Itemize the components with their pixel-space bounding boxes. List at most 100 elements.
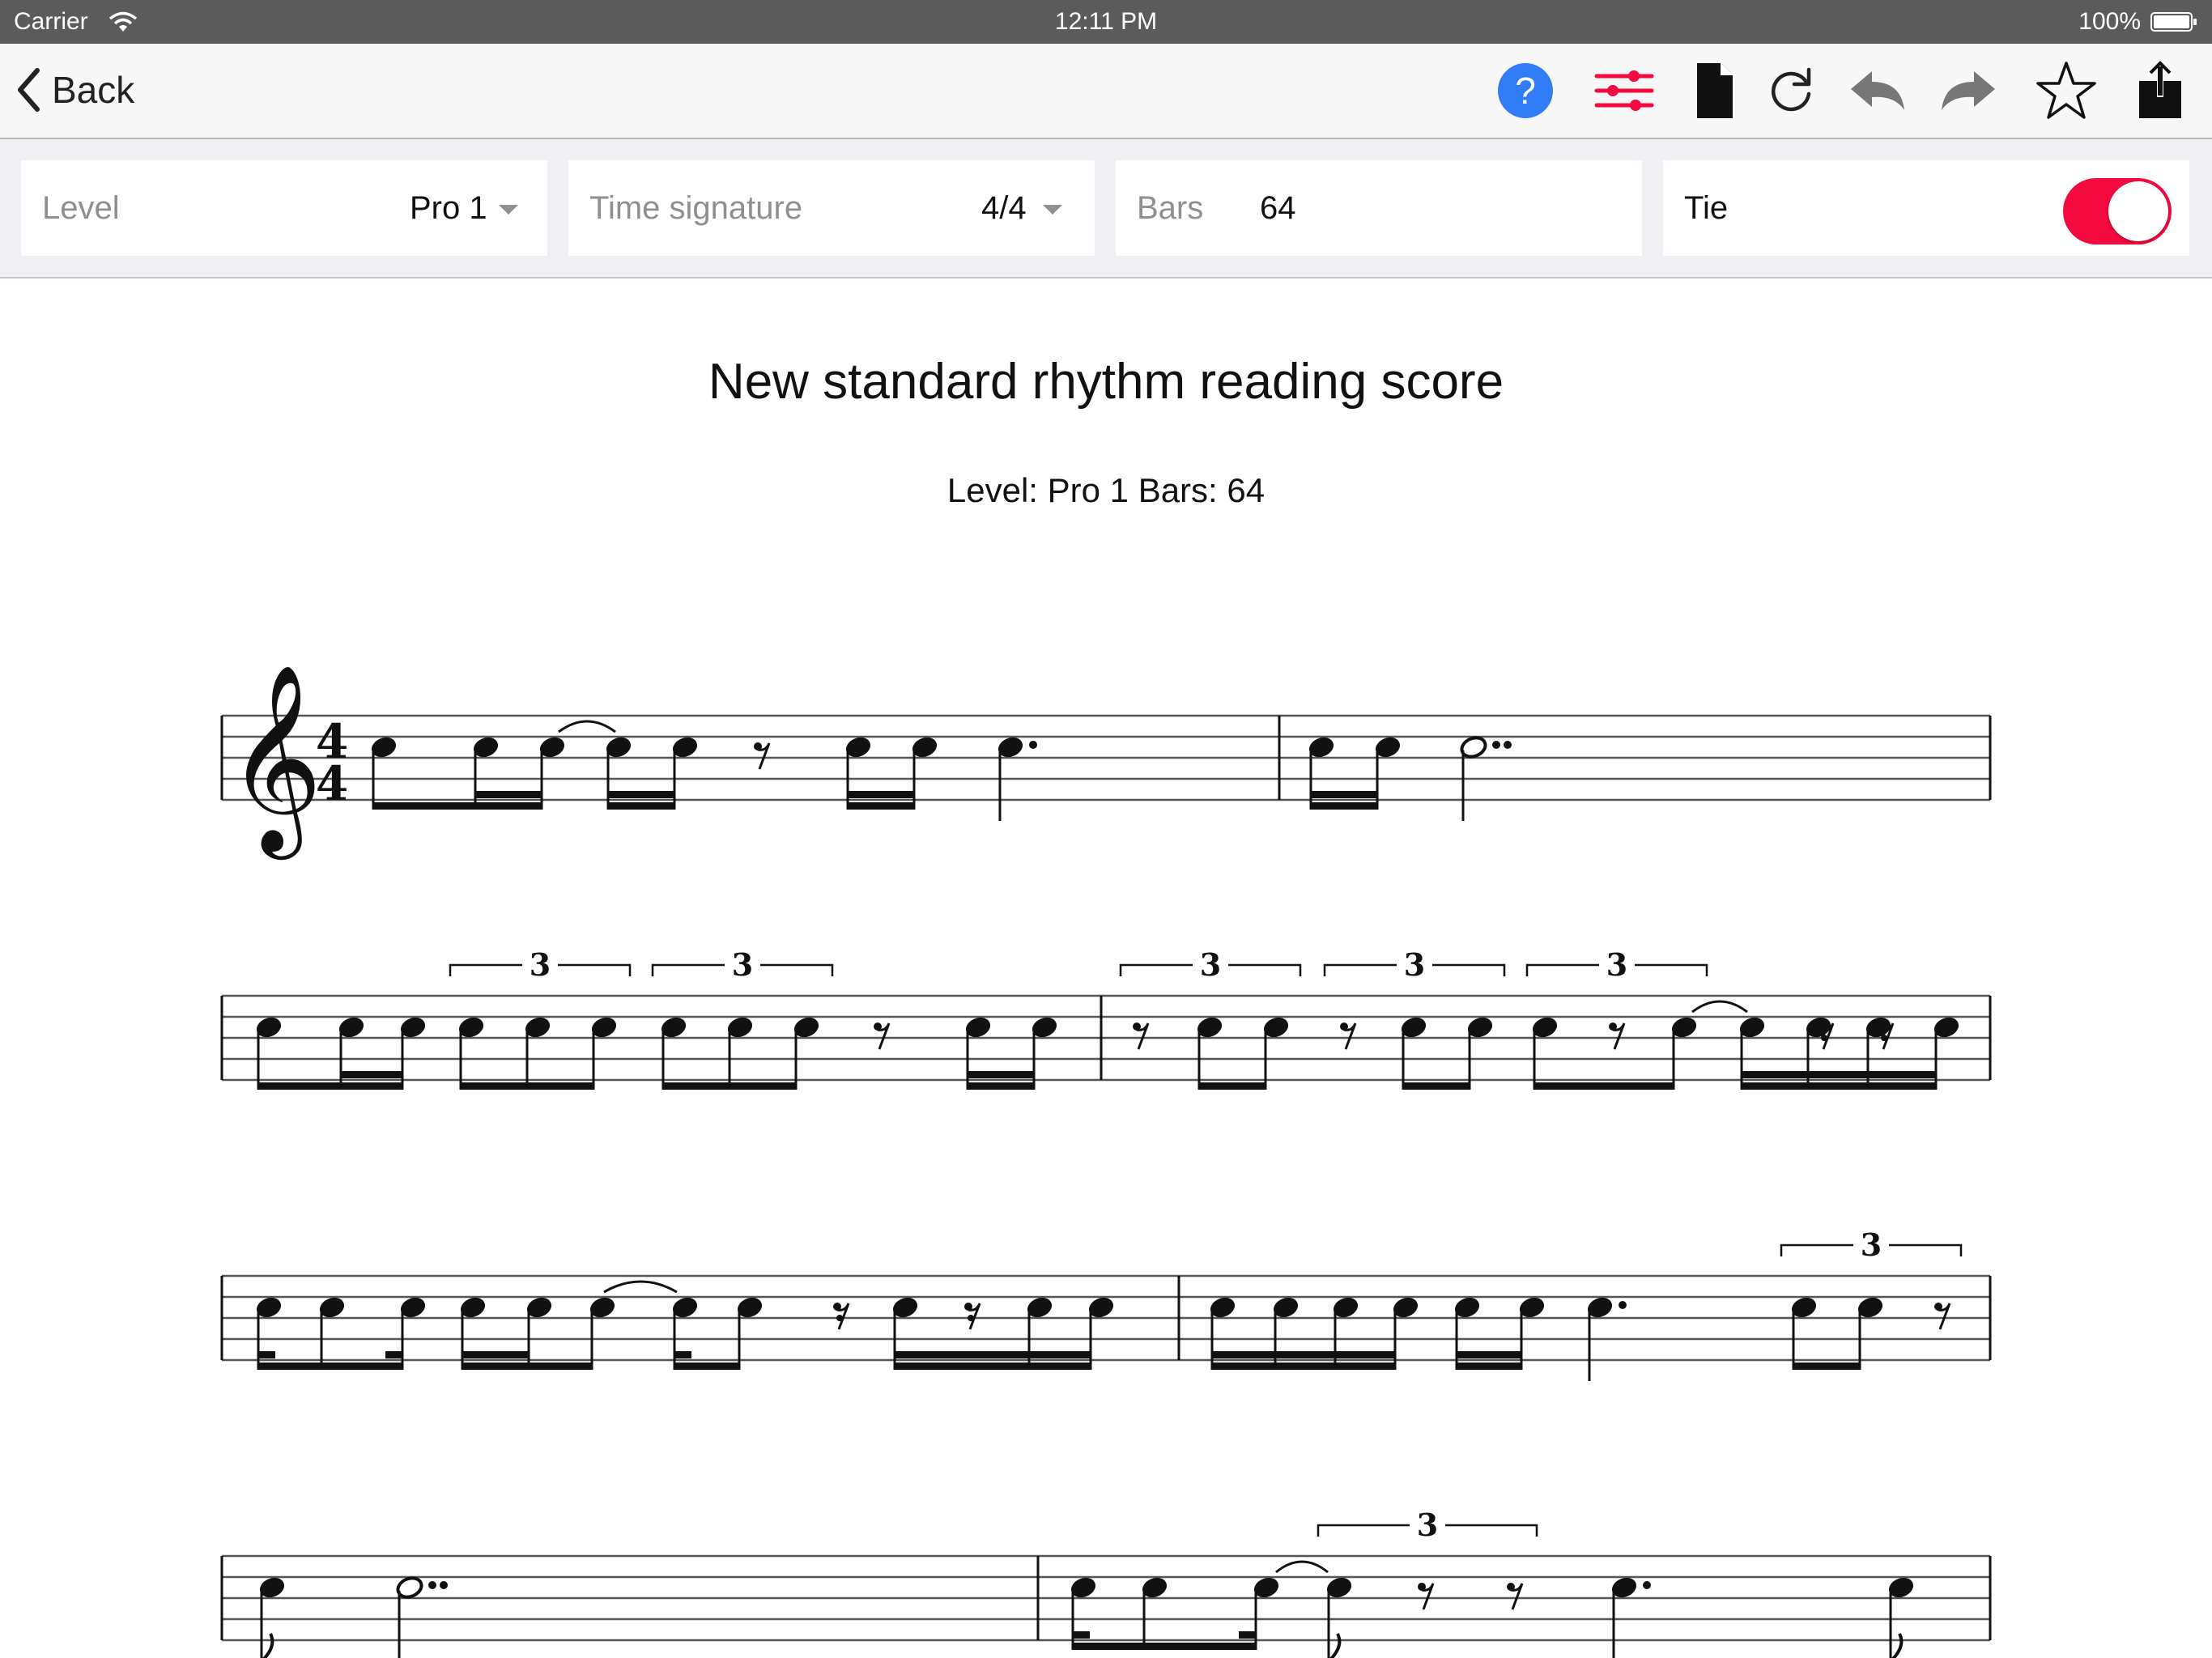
share-button[interactable] <box>2129 60 2191 121</box>
beam <box>1072 1643 1257 1650</box>
level-label: Level <box>42 190 120 226</box>
tuplet-number: 3 <box>732 946 753 983</box>
beam-secondary <box>385 1351 403 1358</box>
rest-dot <box>836 1315 843 1321</box>
undo-icon <box>1851 71 1904 110</box>
document-icon <box>1697 63 1733 118</box>
bars-value: 64 <box>1260 190 1296 226</box>
back-label: Back <box>52 69 135 111</box>
redo-icon <box>1942 71 1995 110</box>
time-signature-bottom: 4 <box>316 756 348 811</box>
status-bar: Carrier 12:11 PM 100% <box>0 0 2212 44</box>
help-icon: ? <box>1498 63 1553 118</box>
score-view: 𝄞 4 4 3 3 3 3 3 3 3 New standard rhythm reading s… <box>0 278 2212 1658</box>
new-score-button[interactable] <box>1684 60 1746 121</box>
tuplet-bracket <box>760 963 834 976</box>
beam-secondary <box>474 791 542 798</box>
clock: 12:11 PM <box>1054 8 1158 35</box>
tie <box>1275 1560 1329 1574</box>
augmentation-dot <box>428 1581 436 1589</box>
note-flag <box>1329 1633 1342 1658</box>
time-signature-selector[interactable]: Time signature 4/4 <box>568 160 1095 256</box>
beam-secondary <box>607 791 675 798</box>
toggle-knob <box>2108 181 2168 241</box>
tie-label: Tie <box>1684 190 1729 226</box>
tuplet-bracket <box>1323 963 1397 976</box>
treble-clef: 𝄞 <box>227 663 322 860</box>
beam-secondary <box>674 1351 691 1358</box>
beam <box>372 802 542 810</box>
chevron-down-icon <box>499 205 518 215</box>
chevron-left-icon <box>18 68 40 112</box>
bars-field[interactable]: Bars 64 <box>1116 160 1642 256</box>
beam <box>462 1363 593 1370</box>
beam-secondary <box>1456 1351 1522 1358</box>
tuplet-bracket <box>558 963 632 976</box>
tuplet-number: 3 <box>1200 946 1221 983</box>
beam-secondary <box>894 1351 1091 1358</box>
tuplet-bracket <box>651 963 725 976</box>
chevron-down-icon <box>1043 205 1062 215</box>
tuplet-number: 3 <box>1404 946 1425 983</box>
rest-dot <box>1881 1035 1887 1041</box>
back-button[interactable]: Back <box>16 63 134 117</box>
beam <box>674 1363 740 1370</box>
beam <box>1211 1363 1396 1370</box>
beam-secondary <box>257 1351 275 1358</box>
beam-secondary <box>1239 1631 1257 1639</box>
score-title: New standard rhythm reading score <box>708 354 1504 410</box>
tuplet-number: 3 <box>530 946 551 983</box>
undo-button[interactable] <box>1848 60 1909 121</box>
share-icon <box>2139 61 2181 118</box>
level-selector[interactable]: Level Pro 1 <box>21 160 547 256</box>
beam <box>1741 1082 1937 1090</box>
beam-secondary <box>1211 1351 1396 1358</box>
beam <box>257 1363 403 1370</box>
tuplet-number: 3 <box>1861 1226 1882 1263</box>
beam <box>894 1363 1091 1370</box>
augmentation-dot <box>1504 741 1512 749</box>
tie-setting: Tie <box>1663 160 2189 256</box>
regenerate-button[interactable] <box>1760 60 1822 121</box>
tuplet-bracket <box>1525 963 1599 976</box>
beam <box>1456 1363 1522 1370</box>
time-signature-value: 4/4 <box>981 190 1027 226</box>
tuplet-bracket <box>449 963 522 976</box>
tie <box>603 1280 678 1294</box>
beam <box>967 1082 1035 1090</box>
beam-secondary <box>847 791 915 798</box>
tuplet-number: 3 <box>1606 946 1627 983</box>
tie <box>1691 1000 1748 1014</box>
tuplet-bracket <box>1119 963 1193 976</box>
tie-toggle[interactable] <box>2063 178 2172 244</box>
augmentation-dot <box>1492 741 1500 749</box>
augmentation-dot <box>1643 1581 1651 1589</box>
redo-button[interactable] <box>1937 60 1998 121</box>
tuplet-bracket <box>1889 1244 1963 1256</box>
beam <box>1402 1082 1470 1090</box>
beam <box>662 1082 797 1090</box>
beam-secondary <box>340 1071 403 1078</box>
sliders-icon <box>1594 70 1654 111</box>
tuplet-number: 3 <box>1417 1507 1438 1543</box>
settings-sliders-button[interactable] <box>1593 60 1655 121</box>
rest-dot <box>1821 1035 1827 1041</box>
beam-secondary <box>967 1071 1035 1078</box>
score-settings-toolbar: Level Pro 1 Time signature 4/4 Bars 64 T… <box>0 139 2212 278</box>
note-flag <box>262 1633 274 1658</box>
help-button[interactable]: ? <box>1495 60 1556 121</box>
level-value: Pro 1 <box>410 190 487 226</box>
tuplet-bracket <box>1228 963 1302 976</box>
tuplet-bracket <box>1432 963 1506 976</box>
beam-secondary <box>1741 1071 1937 1078</box>
bars-label: Bars <box>1137 190 1204 226</box>
beam <box>257 1082 403 1090</box>
star-icon <box>2036 62 2096 119</box>
rest-dot <box>968 1315 974 1321</box>
tie <box>558 720 616 733</box>
beam <box>460 1082 594 1090</box>
navigation-bar: Back ? <box>0 44 2212 139</box>
tuplet-bracket <box>1635 963 1708 976</box>
tuplet-bracket <box>1780 1244 1853 1256</box>
favorite-button[interactable] <box>2035 60 2097 121</box>
